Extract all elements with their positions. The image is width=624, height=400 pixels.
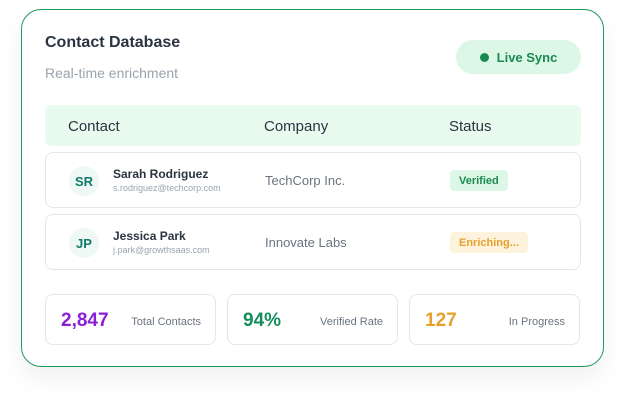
live-sync-button[interactable]: Live Sync xyxy=(456,40,581,74)
contact-email: j.park@growthsaas.com xyxy=(113,245,210,255)
status-badge: Verified xyxy=(450,170,508,191)
table-row[interactable]: SR Sarah Rodriguez s.rodriguez@techcorp.… xyxy=(45,152,581,208)
contact-database-card: Contact Database Real-time enrichment Li… xyxy=(21,9,604,367)
avatar: JP xyxy=(69,228,99,258)
card-title: Contact Database xyxy=(45,34,181,51)
avatar: SR xyxy=(69,166,99,196)
contact-company: Innovate Labs xyxy=(265,235,347,250)
stat-card-verified-rate: 94% Verified Rate xyxy=(227,294,398,345)
contact-email: s.rodriguez@techcorp.com xyxy=(113,183,221,193)
contact-name: Jessica Park xyxy=(113,229,186,243)
stat-label: In Progress xyxy=(508,316,565,328)
contact-name: Sarah Rodriguez xyxy=(113,167,209,181)
status-badge: Enriching... xyxy=(450,232,528,253)
stat-label: Verified Rate xyxy=(320,316,383,328)
card-subtitle: Real-time enrichment xyxy=(45,65,179,81)
stat-card-total-contacts: 2,847 Total Contacts xyxy=(45,294,216,345)
stat-card-in-progress: 127 In Progress xyxy=(409,294,580,345)
contact-company: TechCorp Inc. xyxy=(265,173,346,188)
column-header-contact: Contact xyxy=(68,118,120,135)
stat-value: 94% xyxy=(243,310,282,331)
table-row[interactable]: JP Jessica Park j.park@growthsaas.com In… xyxy=(45,214,581,270)
table-header: Contact Company Status xyxy=(45,105,581,146)
live-status-dot-icon xyxy=(479,52,489,62)
column-header-status: Status xyxy=(449,118,492,135)
stat-value: 2,847 xyxy=(61,310,109,331)
live-sync-label: Live Sync xyxy=(496,49,558,65)
column-header-company: Company xyxy=(264,118,329,135)
stat-value: 127 xyxy=(425,310,457,331)
stat-label: Total Contacts xyxy=(131,316,201,328)
